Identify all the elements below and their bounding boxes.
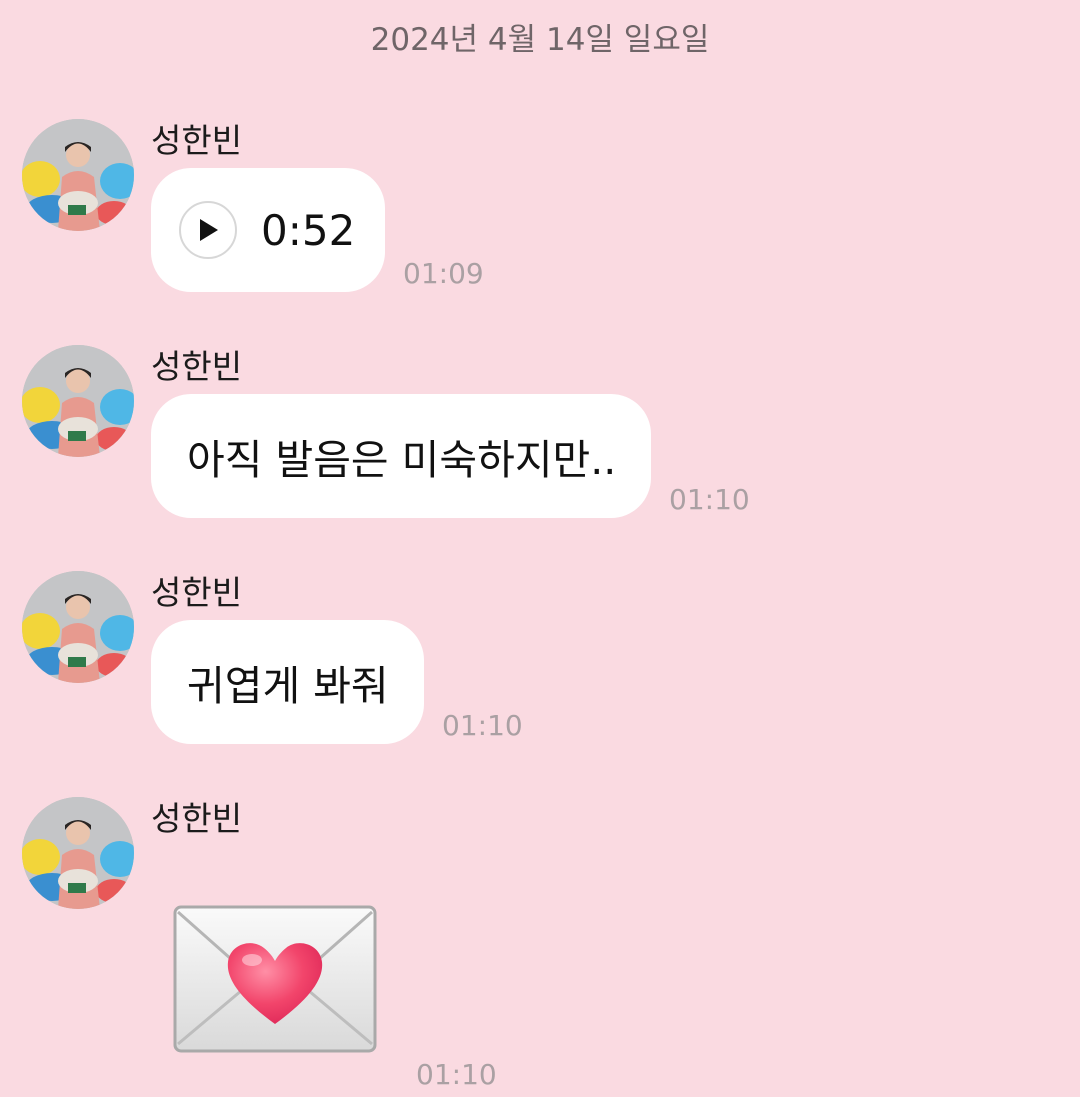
avatar[interactable] [22,571,134,683]
sender-name: 성한빈 [151,799,243,838]
play-button[interactable] [179,201,237,259]
avatar[interactable] [22,119,134,231]
sender-name: 성한빈 [151,121,243,160]
love-letter-envelope-icon[interactable] [172,904,378,1058]
message-bubble[interactable]: 귀엽게 봐줘 [151,620,424,744]
message-text: 귀엽게 봐줘 [187,662,389,710]
avatar[interactable] [22,345,134,457]
avatar[interactable] [22,797,134,909]
voice-message-bubble[interactable]: 0:52 [151,168,385,292]
message-time: 01:10 [442,709,523,742]
message-bubble[interactable]: 아직 발음은 미숙하지만.. [151,394,651,518]
message-time: 01:10 [416,1058,497,1091]
sender-name: 성한빈 [151,573,243,612]
message-time: 01:09 [403,257,484,290]
message-text: 아직 발음은 미숙하지만.. [187,436,617,484]
voice-duration: 0:52 [261,205,356,255]
message-time: 01:10 [669,483,750,516]
play-icon [200,219,218,241]
date-divider: 2024년 4월 14일 일요일 [370,22,710,58]
sender-name: 성한빈 [151,347,243,386]
